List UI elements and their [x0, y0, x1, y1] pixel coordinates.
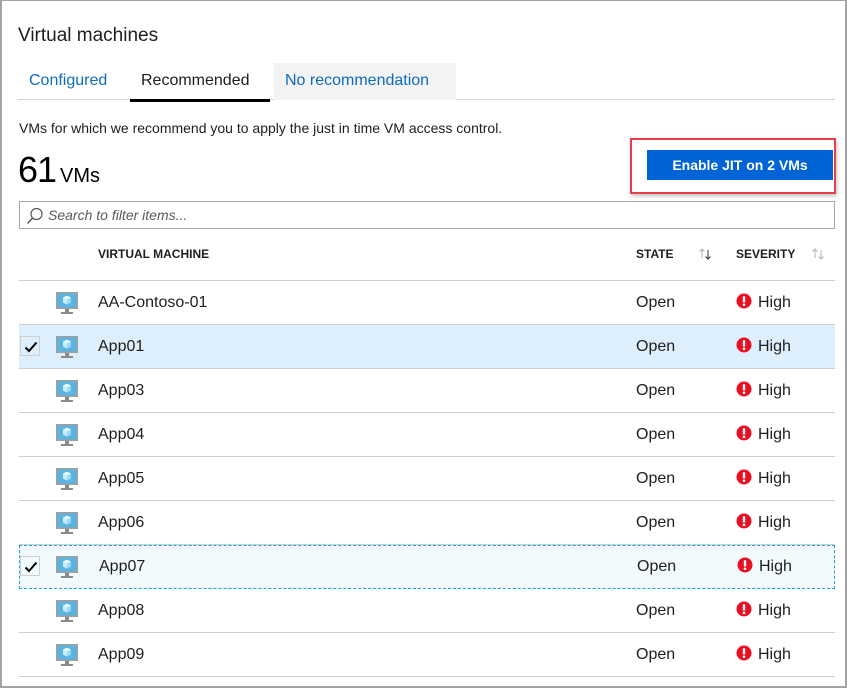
- search-box[interactable]: [19, 201, 835, 229]
- sort-icon[interactable]: [811, 247, 825, 261]
- vm-table-body: AA-Contoso-01 Open High App01 Open High …: [19, 281, 835, 677]
- vm-name: App06: [98, 514, 145, 531]
- tab-recommended[interactable]: Recommended: [130, 63, 270, 102]
- vm-severity: High: [736, 501, 791, 545]
- checkmark-icon: [24, 341, 38, 353]
- search-input[interactable]: [48, 202, 828, 228]
- virtual-machine-icon: [55, 423, 79, 447]
- severity-label: High: [758, 426, 791, 443]
- row-checkbox[interactable]: [20, 380, 40, 400]
- vm-severity: High: [736, 633, 791, 677]
- vm-severity: High: [736, 281, 791, 325]
- table-row[interactable]: App04 Open High: [19, 413, 835, 457]
- vm-severity: High: [736, 589, 791, 633]
- table-row[interactable]: AA-Contoso-01 Open High: [19, 281, 835, 325]
- row-checkbox-checked[interactable]: [20, 336, 40, 356]
- vm-count-number: 61: [18, 149, 57, 190]
- table-row[interactable]: App01 Open High: [19, 325, 835, 369]
- table-row[interactable]: App06 Open High: [19, 501, 835, 545]
- error-icon: [736, 283, 752, 309]
- vm-severity: High: [736, 413, 791, 457]
- column-header-state[interactable]: STATE: [636, 237, 674, 281]
- error-icon: [736, 635, 752, 661]
- virtual-machine-icon: [55, 467, 79, 491]
- vm-name: App01: [98, 338, 145, 355]
- error-icon: [736, 503, 752, 529]
- severity-label: High: [758, 294, 791, 311]
- page-title: Virtual machines: [18, 25, 159, 46]
- vm-name: App03: [98, 382, 145, 399]
- vm-name: App09: [98, 646, 145, 663]
- virtual-machine-icon: [55, 379, 79, 403]
- error-icon: [736, 415, 752, 441]
- vm-state: Open: [637, 558, 677, 575]
- virtual-machine-icon: [55, 291, 79, 315]
- row-checkbox[interactable]: [20, 468, 40, 488]
- tab-no-recommendation[interactable]: No recommendation: [274, 63, 456, 100]
- virtual-machines-panel: Virtual machines Configured Recommended …: [0, 0, 847, 688]
- vm-name: App07: [99, 558, 146, 575]
- error-icon: [736, 591, 752, 617]
- row-checkbox[interactable]: [20, 600, 40, 620]
- vm-state: Open: [636, 602, 676, 619]
- vm-severity: High: [736, 457, 791, 501]
- error-icon: [736, 327, 752, 353]
- severity-label: High: [758, 602, 791, 619]
- vm-state: Open: [636, 382, 676, 399]
- virtual-machine-icon: [55, 599, 79, 623]
- vm-state: Open: [636, 338, 676, 355]
- checkmark-icon: [24, 561, 38, 573]
- virtual-machine-icon: [55, 643, 79, 667]
- vm-severity: High: [737, 545, 792, 589]
- vm-count-unit: VMs: [60, 165, 101, 187]
- vm-state: Open: [636, 294, 676, 311]
- vm-name: App05: [98, 470, 145, 487]
- row-checkbox[interactable]: [20, 644, 40, 664]
- severity-label: High: [759, 558, 792, 575]
- vm-state: Open: [636, 514, 676, 531]
- severity-label: High: [758, 514, 791, 531]
- virtual-machine-icon: [55, 555, 79, 579]
- row-checkbox-checked[interactable]: [20, 556, 40, 576]
- table-row[interactable]: App07 Open High: [19, 545, 835, 589]
- severity-label: High: [758, 646, 791, 663]
- table-row[interactable]: App05 Open High: [19, 457, 835, 501]
- row-checkbox[interactable]: [20, 512, 40, 532]
- vm-state: Open: [636, 426, 676, 443]
- table-row[interactable]: App09 Open High: [19, 633, 835, 677]
- error-icon: [736, 371, 752, 397]
- vm-severity: High: [736, 325, 791, 369]
- sort-descending-icon[interactable]: [698, 247, 712, 261]
- column-header-severity[interactable]: SEVERITY: [736, 237, 795, 281]
- search-icon: [26, 207, 44, 225]
- column-header-virtual-machine: VIRTUAL MACHINE: [98, 247, 210, 261]
- vm-name: AA-Contoso-01: [98, 294, 208, 311]
- row-checkbox[interactable]: [20, 424, 40, 444]
- virtual-machine-icon: [55, 511, 79, 535]
- tab-bar: Configured Recommended No recommendation: [18, 63, 835, 102]
- vm-state: Open: [636, 470, 676, 487]
- virtual-machine-icon: [55, 335, 79, 359]
- table-row[interactable]: App08 Open High: [19, 589, 835, 633]
- severity-label: High: [758, 470, 791, 487]
- table-row[interactable]: App03 Open High: [19, 369, 835, 413]
- vm-count: 61 VMs: [18, 149, 100, 191]
- vm-name: App04: [98, 426, 145, 443]
- vm-severity: High: [736, 369, 791, 413]
- table-header: VIRTUAL MACHINE STATE SEVERITY: [19, 237, 835, 281]
- error-icon: [737, 547, 753, 573]
- enable-jit-button[interactable]: Enable JIT on 2 VMs: [647, 150, 833, 180]
- vm-state: Open: [636, 646, 676, 663]
- error-icon: [736, 459, 752, 485]
- tab-configured[interactable]: Configured: [18, 63, 118, 100]
- description-text: VMs for which we recommend you to apply …: [19, 120, 503, 136]
- row-checkbox[interactable]: [20, 292, 40, 312]
- severity-label: High: [758, 382, 791, 399]
- vm-name: App08: [98, 602, 145, 619]
- severity-label: High: [758, 338, 791, 355]
